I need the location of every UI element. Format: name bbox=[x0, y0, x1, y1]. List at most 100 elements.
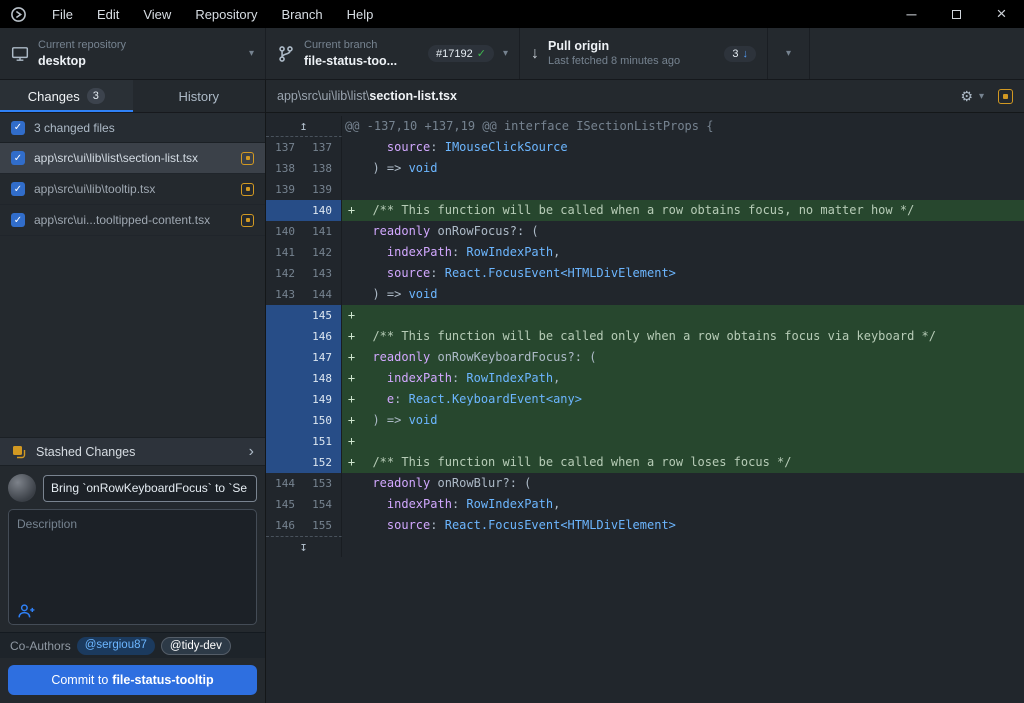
diff-line[interactable]: 147+ readonly onRowKeyboardFocus?: ( bbox=[266, 347, 1024, 368]
maximize-button[interactable] bbox=[934, 0, 979, 28]
diff-line[interactable]: 146155 source: React.FocusEvent<HTMLDivE… bbox=[266, 515, 1024, 536]
coauthor-pill[interactable]: @sergiou87 bbox=[77, 637, 155, 655]
pull-options-button[interactable]: ▾ bbox=[768, 28, 810, 79]
expand-down-button[interactable]: ↧ bbox=[266, 536, 342, 557]
minimize-button[interactable]: ─ bbox=[889, 0, 934, 28]
add-coauthor-icon[interactable] bbox=[17, 603, 36, 619]
diff-line[interactable]: 142143 source: React.FocusEvent<HTMLDivE… bbox=[266, 263, 1024, 284]
diff-code: + /** This function will be called only … bbox=[342, 326, 1024, 347]
menu-branch[interactable]: Branch bbox=[269, 0, 334, 28]
changed-files-label: 3 changed files bbox=[34, 121, 115, 135]
diff-line[interactable]: 139139 bbox=[266, 179, 1024, 200]
old-line-number: 138 bbox=[266, 158, 304, 179]
toolbar: Current repository desktop ▾ Current bra… bbox=[0, 28, 1024, 80]
new-line-number: 137 bbox=[304, 137, 342, 158]
diff-line[interactable]: 144153 readonly onRowBlur?: ( bbox=[266, 473, 1024, 494]
chevron-down-icon: ▾ bbox=[786, 48, 791, 59]
old-line-number bbox=[266, 368, 304, 389]
diff-line[interactable]: 137137 source: IMouseClickSource bbox=[266, 137, 1024, 158]
menu-view[interactable]: View bbox=[131, 0, 183, 28]
pull-origin-button[interactable]: ↓ Pull origin Last fetched 8 minutes ago… bbox=[520, 28, 768, 79]
diff-code bbox=[342, 179, 1024, 200]
current-branch-button[interactable]: Current branch file-status-too... #17192… bbox=[266, 28, 520, 79]
tab-history[interactable]: History bbox=[133, 80, 266, 112]
new-line-number: 153 bbox=[304, 473, 342, 494]
gear-icon[interactable]: ⚙ bbox=[960, 88, 973, 105]
commit-summary-input[interactable] bbox=[43, 475, 257, 502]
file-row[interactable]: ✓ app\src\ui\lib\tooltip.tsx bbox=[0, 174, 265, 205]
menu-repository[interactable]: Repository bbox=[183, 0, 269, 28]
new-line-number: 144 bbox=[304, 284, 342, 305]
check-icon: ✓ bbox=[477, 47, 486, 60]
old-line-number bbox=[266, 452, 304, 473]
tab-changes[interactable]: Changes 3 bbox=[0, 80, 133, 112]
menu-edit[interactable]: Edit bbox=[85, 0, 131, 28]
old-line-number bbox=[266, 326, 304, 347]
diff-file-header: app\src\ui\lib\list\section-list.tsx ⚙ ▾ bbox=[266, 80, 1024, 113]
file-row[interactable]: ✓app\src\ui...tooltipped-content.tsx bbox=[0, 205, 265, 236]
new-line-number: 151 bbox=[304, 431, 342, 452]
modified-icon bbox=[241, 152, 254, 165]
diff-line[interactable]: 138138 ) => void bbox=[266, 158, 1024, 179]
new-line-number: 138 bbox=[304, 158, 342, 179]
file-row[interactable]: ✓app\src\ui\lib\list\section-list.tsx bbox=[0, 143, 265, 174]
modified-icon bbox=[241, 183, 254, 196]
chevron-down-icon[interactable]: ▾ bbox=[249, 48, 254, 59]
diff-line[interactable]: 140141 readonly onRowFocus?: ( bbox=[266, 221, 1024, 242]
stashed-changes-bar[interactable]: Stashed Changes › bbox=[0, 437, 265, 466]
select-all-checkbox[interactable]: ✓ bbox=[11, 121, 25, 135]
diff-code: + e: React.KeyboardEvent<any> bbox=[342, 389, 1024, 410]
changes-history-tabs: Changes 3 History bbox=[0, 80, 265, 113]
new-line-number: 150 bbox=[304, 410, 342, 431]
modified-status-icon[interactable] bbox=[998, 89, 1013, 104]
file-checkbox[interactable]: ✓ bbox=[11, 213, 25, 227]
coauthor-pill[interactable]: @tidy-dev bbox=[161, 637, 231, 655]
old-line-number: 146 bbox=[266, 515, 304, 536]
old-line-number: 143 bbox=[266, 284, 304, 305]
title-bar: FileEditViewRepositoryBranchHelp ─ × bbox=[0, 0, 1024, 28]
content: Changes 3 History ✓ 3 changed files ✓app… bbox=[0, 80, 1024, 703]
diff-code: indexPath: RowIndexPath, bbox=[342, 242, 1024, 263]
file-checkbox[interactable]: ✓ bbox=[11, 151, 25, 165]
commit-button-prefix: Commit to bbox=[51, 673, 108, 687]
pull-count-badge: 3 ↓ bbox=[724, 46, 756, 62]
diff-line[interactable]: 143144 ) => void bbox=[266, 284, 1024, 305]
current-repository-button[interactable]: Current repository desktop ▾ bbox=[0, 28, 266, 79]
menu-file[interactable]: File bbox=[40, 0, 85, 28]
diff-line[interactable]: 145154 indexPath: RowIndexPath, bbox=[266, 494, 1024, 515]
tab-changes-label: Changes bbox=[28, 89, 80, 104]
diff-line[interactable]: 152+ /** This function will be called wh… bbox=[266, 452, 1024, 473]
sidebar-empty-area bbox=[0, 236, 265, 437]
menu-bar: FileEditViewRepositoryBranchHelp bbox=[40, 0, 385, 28]
avatar bbox=[8, 474, 36, 502]
pr-badge[interactable]: #17192 ✓ bbox=[428, 45, 494, 62]
file-path: app\src\ui\lib\tooltip.tsx bbox=[34, 182, 232, 196]
new-line-number: 146 bbox=[304, 326, 342, 347]
file-path-name: section-list.tsx bbox=[369, 89, 457, 103]
diff-line[interactable]: 150+ ) => void bbox=[266, 410, 1024, 431]
new-line-number: 155 bbox=[304, 515, 342, 536]
commit-button[interactable]: Commit to file-status-tooltip bbox=[8, 665, 257, 695]
commit-description-input[interactable] bbox=[17, 517, 248, 601]
diff-line[interactable]: 145+ bbox=[266, 305, 1024, 326]
diff-pane: app\src\ui\lib\list\section-list.tsx ⚙ ▾… bbox=[266, 80, 1024, 703]
menu-help[interactable]: Help bbox=[335, 0, 386, 28]
chevron-down-icon[interactable]: ▾ bbox=[503, 48, 508, 59]
close-button[interactable]: × bbox=[979, 0, 1024, 28]
diff-line[interactable]: 146+ /** This function will be called on… bbox=[266, 326, 1024, 347]
diff-line[interactable]: 140+ /** This function will be called wh… bbox=[266, 200, 1024, 221]
pr-number: #17192 bbox=[436, 48, 473, 60]
chevron-down-icon[interactable]: ▾ bbox=[979, 91, 984, 102]
file-checkbox[interactable]: ✓ bbox=[11, 182, 25, 196]
diff-code: ) => void bbox=[342, 284, 1024, 305]
expand-up-button[interactable]: ↥ bbox=[266, 116, 342, 137]
chevron-right-icon: › bbox=[249, 444, 254, 460]
diff-line[interactable]: 149+ e: React.KeyboardEvent<any> bbox=[266, 389, 1024, 410]
sidebar: Changes 3 History ✓ 3 changed files ✓app… bbox=[0, 80, 266, 703]
old-line-number bbox=[266, 431, 304, 452]
arrow-down-icon: ↓ bbox=[743, 48, 749, 60]
diff-line[interactable]: 148+ indexPath: RowIndexPath, bbox=[266, 368, 1024, 389]
diff-line[interactable]: 141142 indexPath: RowIndexPath, bbox=[266, 242, 1024, 263]
pull-subtitle: Last fetched 8 minutes ago bbox=[548, 54, 680, 68]
diff-line[interactable]: 151+ bbox=[266, 431, 1024, 452]
